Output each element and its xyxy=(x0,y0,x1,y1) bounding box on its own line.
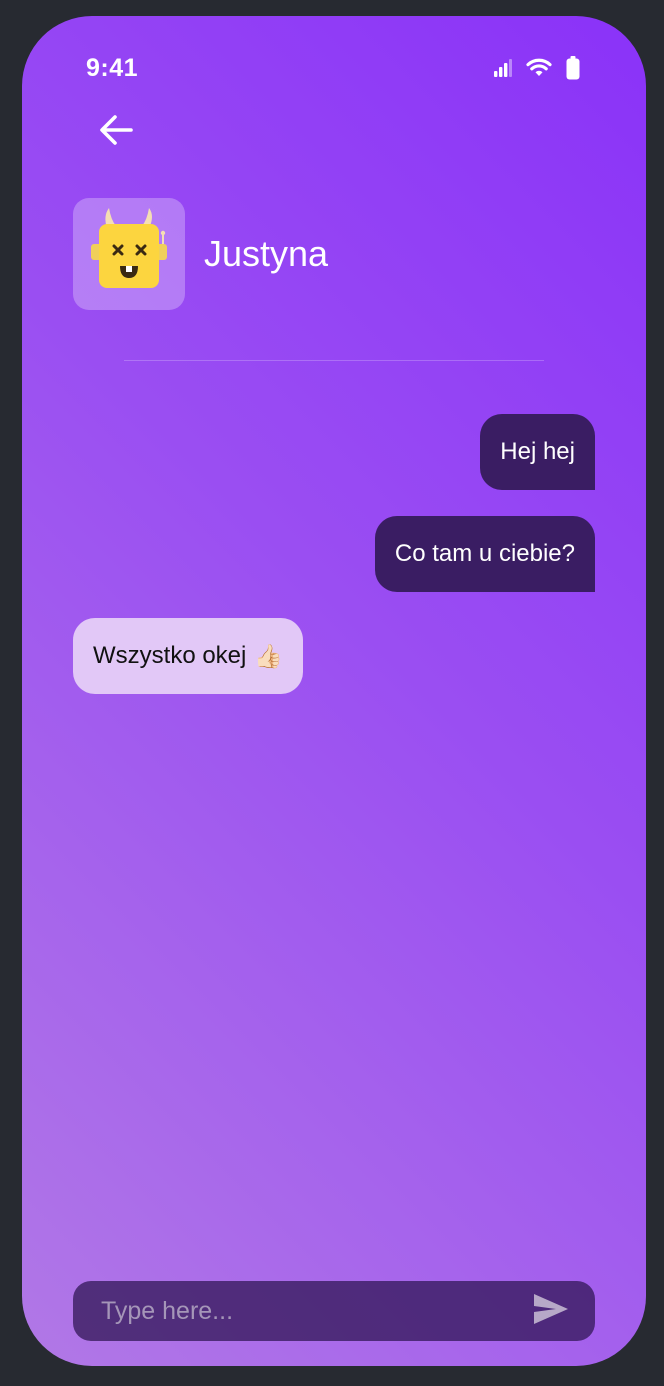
message-row-incoming: Wszystko okej 👍🏻 xyxy=(73,618,595,694)
back-button[interactable] xyxy=(92,108,140,156)
yellow-monster-avatar-icon xyxy=(83,206,175,303)
phone-screen: 9:41 Justyna Hej hej Co tam u ciebie? Ws… xyxy=(22,16,646,1366)
cellular-signal-icon xyxy=(492,58,512,83)
thumbs-up-emoji-icon: 👍🏻 xyxy=(254,642,284,669)
send-button[interactable] xyxy=(521,1281,581,1341)
contact-header[interactable]: Justyna xyxy=(73,198,328,310)
message-bubble-incoming[interactable]: Wszystko okej 👍🏻 xyxy=(73,618,304,694)
contact-name: Justyna xyxy=(204,233,329,274)
status-bar: 9:41 xyxy=(22,16,646,116)
message-text: Wszystko okej xyxy=(93,642,247,669)
message-list: Hej hej Co tam u ciebie? Wszystko okej 👍… xyxy=(73,414,595,720)
message-bubble-outgoing[interactable]: Co tam u ciebie? xyxy=(374,516,595,592)
message-bubble-outgoing[interactable]: Hej hej xyxy=(480,414,595,490)
battery-icon xyxy=(566,56,580,85)
status-time: 9:41 xyxy=(86,54,139,82)
message-input[interactable] xyxy=(99,1295,521,1327)
wifi-icon xyxy=(526,58,552,83)
message-text: Hej hej xyxy=(500,438,575,465)
avatar[interactable] xyxy=(73,198,185,310)
message-text: Co tam u ciebie? xyxy=(394,540,575,567)
message-row-outgoing: Hej hej xyxy=(73,414,595,490)
status-icons xyxy=(492,56,580,85)
send-icon xyxy=(532,1292,570,1331)
header-divider xyxy=(124,360,544,361)
message-row-outgoing: Co tam u ciebie? xyxy=(73,516,595,592)
message-composer xyxy=(73,1281,595,1341)
arrow-left-icon xyxy=(96,110,136,155)
